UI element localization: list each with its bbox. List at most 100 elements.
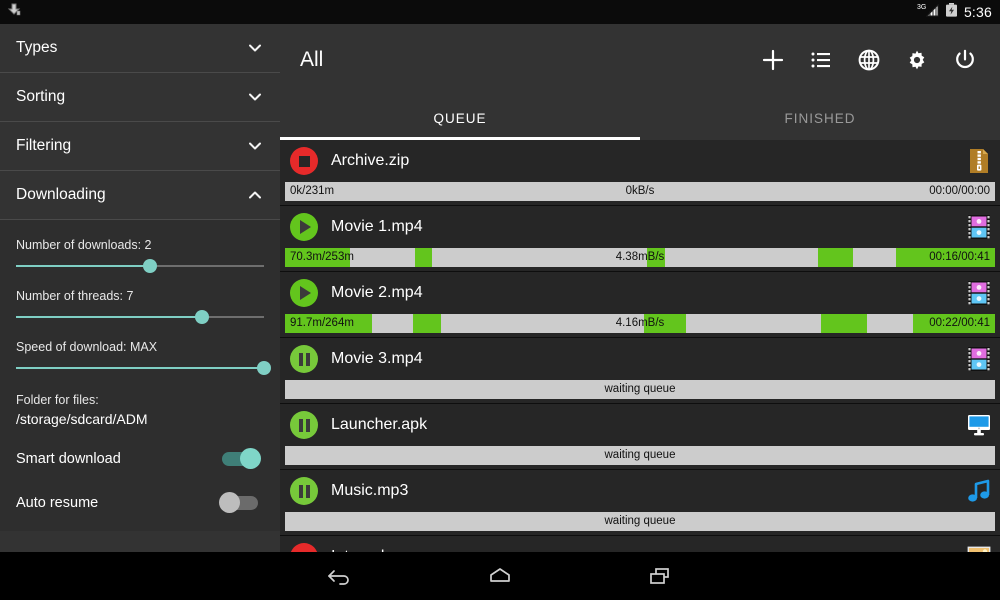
app-bar-actions	[760, 47, 986, 73]
auto-resume-toggle[interactable]	[219, 492, 258, 513]
sidebar-item-filtering[interactable]: Filtering	[0, 122, 280, 170]
slider-knob[interactable]	[195, 310, 209, 324]
pause-bars	[298, 352, 310, 366]
progress-status: waiting queue	[604, 383, 676, 395]
sidebar-item-sorting[interactable]: Sorting	[0, 73, 280, 121]
home-icon[interactable]	[479, 559, 521, 593]
stop-square	[298, 155, 310, 167]
sidebar-item-downloading-label: Downloading	[16, 186, 106, 203]
download-row[interactable]: Movie 3.mp4 waiting queue	[280, 338, 1000, 404]
play-triangle	[300, 286, 311, 300]
toggle-thumb	[219, 492, 240, 513]
number-of-threads-slider[interactable]	[16, 306, 264, 328]
status-bar-left	[6, 2, 22, 23]
gear-icon[interactable]	[904, 47, 930, 73]
progress-bar[interactable]: waiting queue	[285, 512, 995, 531]
tab-active-indicator	[280, 137, 640, 140]
android-navigation-bar	[0, 552, 1000, 600]
sidebar-item-types-label: Types	[16, 39, 58, 56]
tab-finished[interactable]: FINISHED	[640, 96, 1000, 140]
download-row[interactable]: Movie 1.mp4 70.3m/253m 4.38mB/s 00:16/00…	[280, 206, 1000, 272]
pause-bars	[298, 484, 310, 498]
stop-icon[interactable]	[290, 543, 318, 552]
folder-path-value: /storage/sdcard/ADM	[16, 411, 148, 427]
back-arrow-icon[interactable]	[319, 559, 361, 593]
pause-icon[interactable]	[290, 345, 318, 373]
slider-knob[interactable]	[257, 361, 271, 375]
apk-file-icon	[966, 412, 992, 438]
progress-status: waiting queue	[604, 515, 676, 527]
smart-download-label: Smart download	[16, 451, 121, 467]
slider-knob[interactable]	[142, 259, 157, 273]
download-row[interactable]: Internal.png	[280, 536, 1000, 552]
globe-icon[interactable]	[856, 47, 882, 73]
pause-icon[interactable]	[290, 477, 318, 505]
download-row[interactable]: Launcher.apk waiting queue	[280, 404, 1000, 470]
audio-file-icon	[966, 478, 992, 504]
progress-bar[interactable]: 0k/231m 0kB/s 00:00/00:00	[285, 182, 995, 201]
tab-finished-label: FINISHED	[784, 110, 856, 126]
zip-file-icon	[966, 148, 992, 174]
recents-icon[interactable]	[639, 559, 681, 593]
setting-smart-download[interactable]: Smart download	[0, 437, 280, 481]
tab-bar: QUEUE FINISHED	[280, 96, 1000, 140]
pause-icon[interactable]	[290, 411, 318, 439]
app-bar: All	[280, 24, 1000, 96]
progress-speed: 4.38mB/s	[615, 251, 665, 263]
progress-status: waiting queue	[604, 449, 676, 461]
progress-bar[interactable]: 91.7m/264m 4.16mB/s 00:22/00:41	[285, 314, 995, 333]
image-file-icon	[966, 544, 992, 552]
plus-icon[interactable]	[760, 47, 786, 73]
chevron-up-icon	[246, 186, 264, 204]
tab-queue[interactable]: QUEUE	[280, 96, 640, 140]
download-row[interactable]: Music.mp3 waiting queue	[280, 470, 1000, 536]
list-icon[interactable]	[808, 47, 834, 73]
number-of-downloads-slider[interactable]	[16, 255, 264, 277]
sidebar-item-downloading[interactable]: Downloading	[0, 171, 280, 219]
speed-of-download-label: Speed of download: MAX	[16, 340, 158, 354]
speed-of-download-slider[interactable]	[16, 357, 271, 379]
download-row-header: Music.mp3	[280, 470, 1000, 512]
video-file-icon	[966, 280, 992, 306]
play-icon[interactable]	[290, 279, 318, 307]
setting-folder-for-files[interactable]: Folder for files: /storage/sdcard/ADM	[0, 383, 280, 433]
progress-bar[interactable]: 70.3m/253m 4.38mB/s 00:16/00:41	[285, 248, 995, 267]
download-row[interactable]: Movie 2.mp4 91.7m/264m 4.16mB/s 00:22/00…	[280, 272, 1000, 338]
sidebar-item-sorting-label: Sorting	[16, 88, 66, 105]
progress-bar[interactable]: waiting queue	[285, 380, 995, 399]
number-of-downloads-label: Number of downloads: 2	[16, 238, 152, 252]
signal-bars-icon: 3G	[917, 2, 939, 23]
download-file-name: Music.mp3	[331, 482, 409, 499]
download-file-name: Movie 1.mp4	[331, 218, 423, 235]
stop-icon[interactable]	[290, 147, 318, 175]
download-row-header: Archive.zip	[280, 140, 1000, 182]
setting-auto-resume[interactable]: Auto resume	[0, 481, 280, 525]
download-row-header: Internal.png	[280, 536, 1000, 552]
download-notification-icon	[6, 2, 22, 23]
sidebar-item-types[interactable]: Types	[0, 24, 280, 72]
page-title: All	[300, 48, 324, 71]
status-bar-right: 3G 5:36	[917, 2, 992, 23]
chevron-down-icon	[246, 88, 264, 106]
play-icon[interactable]	[290, 213, 318, 241]
smart-download-toggle[interactable]	[222, 448, 261, 469]
chevron-down-icon	[246, 39, 264, 57]
main-content: All QUEUE FINISHED Archive.zip 0k/231m 0…	[280, 24, 1000, 552]
video-file-icon	[966, 346, 992, 372]
video-file-icon	[966, 214, 992, 240]
download-row-header: Movie 2.mp4	[280, 272, 1000, 314]
auto-resume-label: Auto resume	[16, 495, 99, 511]
toggle-thumb	[240, 448, 261, 469]
setting-speed-of-download: Speed of download: MAX	[0, 332, 280, 379]
download-list[interactable]: Archive.zip 0k/231m 0kB/s 00:00/00:00 Mo…	[280, 140, 1000, 552]
download-row-header: Movie 3.mp4	[280, 338, 1000, 380]
progress-bar[interactable]: waiting queue	[285, 446, 995, 465]
sidebar-item-filtering-label: Filtering	[16, 137, 72, 154]
download-row[interactable]: Archive.zip 0k/231m 0kB/s 00:00/00:00	[280, 140, 1000, 206]
power-icon[interactable]	[952, 47, 978, 73]
app-root: 3G 5:36 Types Sorting Filtering Download…	[0, 0, 1000, 600]
download-file-name: Movie 2.mp4	[331, 284, 423, 301]
download-file-name: Movie 3.mp4	[331, 350, 423, 367]
status-bar-clock: 5:36	[963, 4, 992, 20]
play-triangle	[300, 220, 311, 234]
